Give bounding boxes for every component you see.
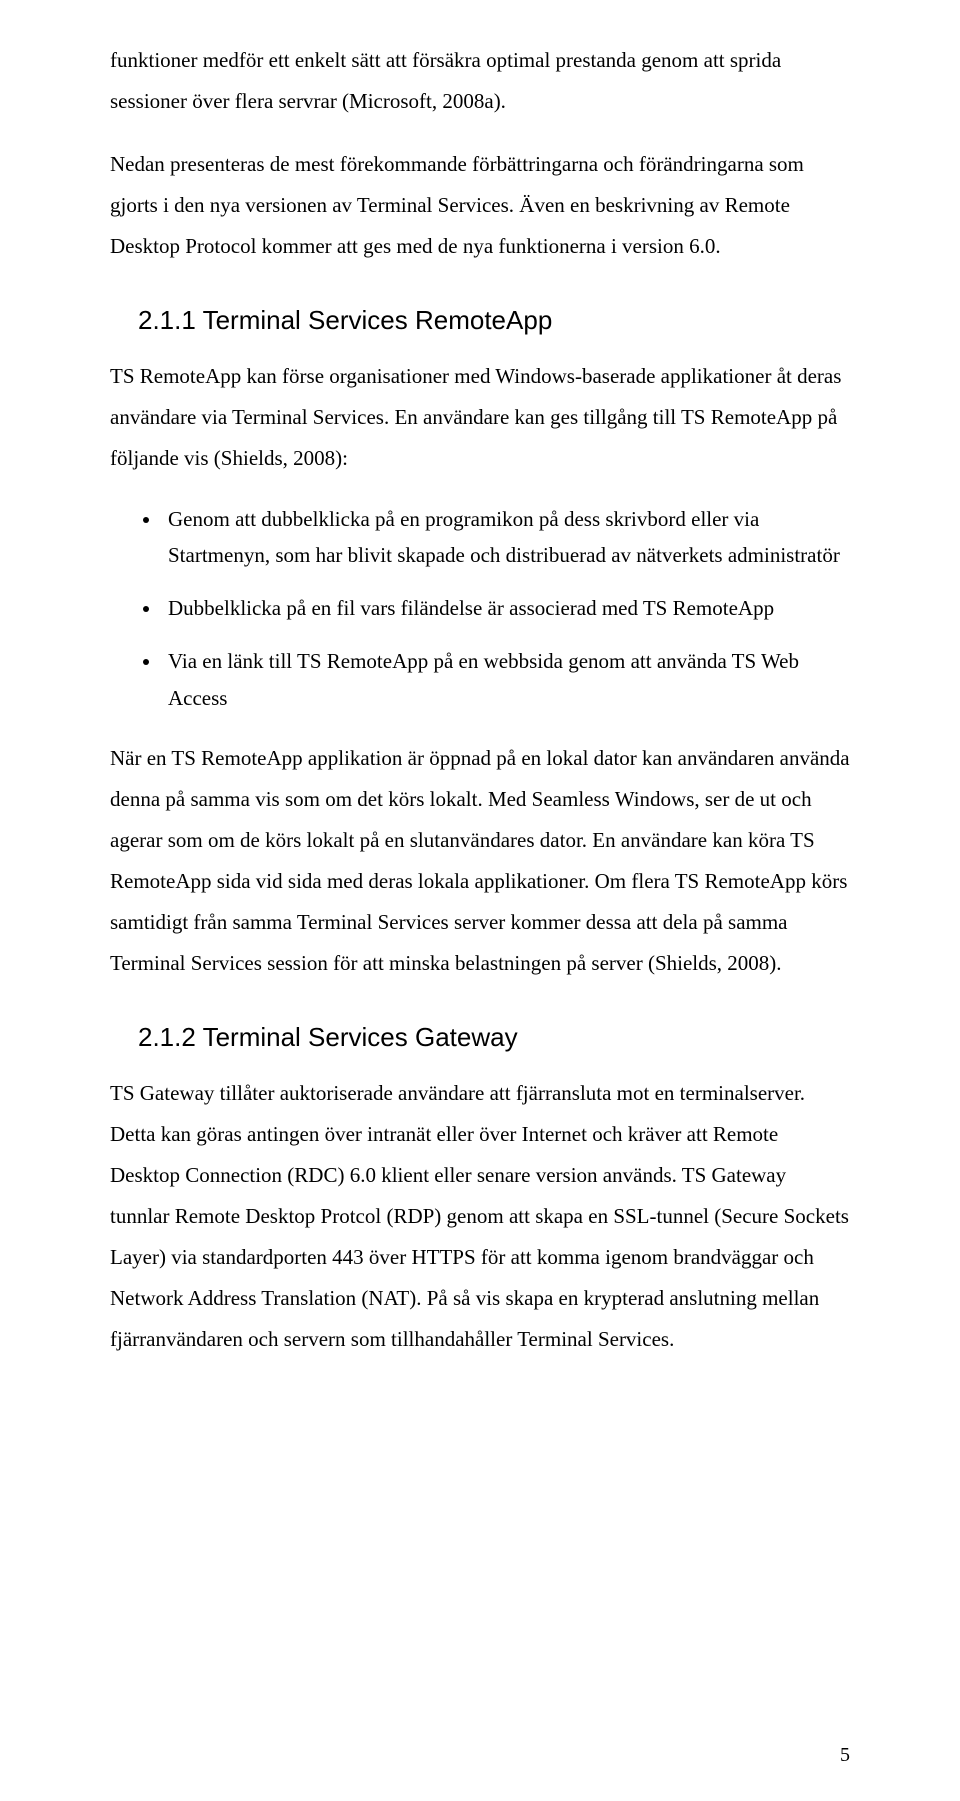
document-page: funktioner medför ett enkelt sätt att fö… bbox=[0, 0, 960, 1801]
intro-paragraph-1: funktioner medför ett enkelt sätt att fö… bbox=[110, 40, 850, 122]
gateway-paragraph: TS Gateway tillåter auktoriserade använd… bbox=[110, 1073, 850, 1360]
remoteapp-after-paragraph: När en TS RemoteApp applikation är öppna… bbox=[110, 738, 850, 984]
page-number: 5 bbox=[840, 1744, 850, 1767]
intro-paragraph-2: Nedan presenteras de mest förekommande f… bbox=[110, 144, 850, 267]
remoteapp-bullet-list: Genom att dubbelklicka på en programikon… bbox=[110, 501, 850, 717]
heading-gateway: 2.1.2 Terminal Services Gateway bbox=[138, 1022, 850, 1053]
remoteapp-paragraph: TS RemoteApp kan förse organisationer me… bbox=[110, 356, 850, 479]
bullet-item: Dubbelklicka på en fil vars filändelse ä… bbox=[162, 590, 850, 627]
bullet-item: Genom att dubbelklicka på en programikon… bbox=[162, 501, 850, 575]
bullet-item: Via en länk till TS RemoteApp på en webb… bbox=[162, 643, 850, 717]
heading-remoteapp: 2.1.1 Terminal Services RemoteApp bbox=[138, 305, 850, 336]
